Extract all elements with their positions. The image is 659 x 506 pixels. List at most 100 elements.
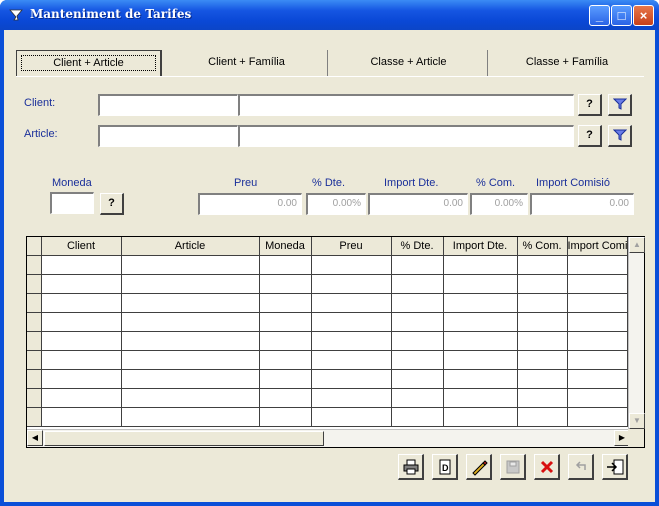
grid-cell[interactable] <box>391 312 444 332</box>
client-lookup-button[interactable]: ? <box>578 94 602 116</box>
client-filter-button[interactable] <box>608 94 632 116</box>
table-row[interactable] <box>27 293 629 313</box>
grid-cell[interactable] <box>567 350 629 370</box>
grid-cell[interactable] <box>311 255 392 275</box>
tab-classe-familia[interactable]: Classe + Família <box>490 50 644 76</box>
column-header[interactable]: Moneda <box>259 237 312 256</box>
table-row[interactable] <box>27 407 629 427</box>
new-record-button[interactable]: D <box>432 454 458 480</box>
grid-cell[interactable] <box>443 255 518 275</box>
grid-cell[interactable] <box>391 293 444 313</box>
grid-cell[interactable] <box>517 331 568 351</box>
column-header[interactable]: % Dte. <box>391 237 444 256</box>
import-com-field[interactable]: 0.00 <box>530 193 634 215</box>
grid-cell[interactable] <box>41 331 122 351</box>
grid-cell[interactable] <box>259 274 312 294</box>
title-bar[interactable]: Manteniment de Tarifes _ □ × <box>0 0 659 30</box>
grid-cell[interactable] <box>567 293 629 313</box>
grid-cell[interactable] <box>567 274 629 294</box>
grid-cell[interactable] <box>567 407 629 427</box>
grid-cell[interactable] <box>41 388 122 408</box>
grid-cell[interactable] <box>443 293 518 313</box>
grid-cell[interactable] <box>259 388 312 408</box>
moneda-field[interactable] <box>50 192 94 214</box>
grid-cell[interactable] <box>41 407 122 427</box>
grid-cell[interactable] <box>311 407 392 427</box>
maximize-button[interactable]: □ <box>611 5 632 26</box>
preu-field[interactable]: 0.00 <box>198 193 302 215</box>
grid-cell[interactable] <box>259 369 312 389</box>
grid-cell[interactable] <box>567 255 629 275</box>
grid-cell[interactable] <box>41 255 122 275</box>
grid-cell[interactable] <box>41 293 122 313</box>
client-code-field[interactable] <box>98 94 238 116</box>
grid-cell[interactable] <box>517 369 568 389</box>
grid-cell[interactable] <box>259 407 312 427</box>
scroll-thumb[interactable] <box>44 431 324 446</box>
delete-button[interactable] <box>534 454 560 480</box>
article-filter-button[interactable] <box>608 125 632 147</box>
grid-cell[interactable] <box>259 293 312 313</box>
column-header[interactable]: Article <box>121 237 260 256</box>
grid-cell[interactable] <box>121 255 260 275</box>
grid-cell[interactable] <box>311 293 392 313</box>
table-row[interactable] <box>27 331 629 351</box>
scroll-up-button[interactable]: ▲ <box>629 237 645 253</box>
article-name-field[interactable] <box>238 125 574 147</box>
horizontal-scrollbar[interactable]: ◀ ▶ <box>27 429 630 447</box>
grid-cell[interactable] <box>311 274 392 294</box>
grid-cell[interactable] <box>391 255 444 275</box>
grid-cell[interactable] <box>391 407 444 427</box>
grid-cell[interactable] <box>41 350 122 370</box>
grid-cell[interactable] <box>567 388 629 408</box>
grid-cell[interactable] <box>391 369 444 389</box>
undo-button[interactable] <box>568 454 594 480</box>
moneda-lookup-button[interactable]: ? <box>100 193 124 215</box>
exit-button[interactable] <box>602 454 628 480</box>
grid-cell[interactable] <box>259 350 312 370</box>
grid-cell[interactable] <box>121 312 260 332</box>
column-header[interactable]: Import Comi <box>567 237 629 256</box>
dte-field[interactable]: 0.00% <box>306 193 366 215</box>
grid-cell[interactable] <box>517 350 568 370</box>
tab-client-article[interactable]: Client + Article <box>16 50 162 76</box>
grid-cell[interactable] <box>41 274 122 294</box>
grid-cell[interactable] <box>517 407 568 427</box>
save-button[interactable] <box>500 454 526 480</box>
column-header[interactable]: Client <box>41 237 122 256</box>
grid-cell[interactable] <box>41 369 122 389</box>
column-header[interactable]: Import Dte. <box>443 237 518 256</box>
close-button[interactable]: × <box>633 5 654 26</box>
print-button[interactable] <box>398 454 424 480</box>
grid-cell[interactable] <box>121 388 260 408</box>
grid-cell[interactable] <box>259 312 312 332</box>
grid-cell[interactable] <box>567 312 629 332</box>
minimize-button[interactable]: _ <box>589 5 610 26</box>
grid-cell[interactable] <box>443 274 518 294</box>
table-row[interactable] <box>27 388 629 408</box>
grid-cell[interactable] <box>391 350 444 370</box>
grid-cell[interactable] <box>443 369 518 389</box>
scroll-left-button[interactable]: ◀ <box>27 430 43 446</box>
grid-cell[interactable] <box>443 312 518 332</box>
grid-cell[interactable] <box>259 255 312 275</box>
grid-cell[interactable] <box>121 331 260 351</box>
import-dte-field[interactable]: 0.00 <box>368 193 468 215</box>
grid-cell[interactable] <box>311 388 392 408</box>
tariffs-grid[interactable]: Client Article Moneda Preu % Dte. Import… <box>26 236 645 448</box>
table-row[interactable] <box>27 369 629 389</box>
grid-cell[interactable] <box>121 350 260 370</box>
grid-cell[interactable] <box>567 369 629 389</box>
scroll-down-button[interactable]: ▼ <box>629 413 645 429</box>
article-lookup-button[interactable]: ? <box>578 125 602 147</box>
grid-cell[interactable] <box>443 350 518 370</box>
grid-cell[interactable] <box>443 388 518 408</box>
grid-cell[interactable] <box>311 369 392 389</box>
grid-cell[interactable] <box>391 274 444 294</box>
grid-cell[interactable] <box>259 331 312 351</box>
grid-cell[interactable] <box>391 388 444 408</box>
grid-cell[interactable] <box>41 312 122 332</box>
edit-button[interactable] <box>466 454 492 480</box>
grid-cell[interactable] <box>121 369 260 389</box>
grid-cell[interactable] <box>311 350 392 370</box>
